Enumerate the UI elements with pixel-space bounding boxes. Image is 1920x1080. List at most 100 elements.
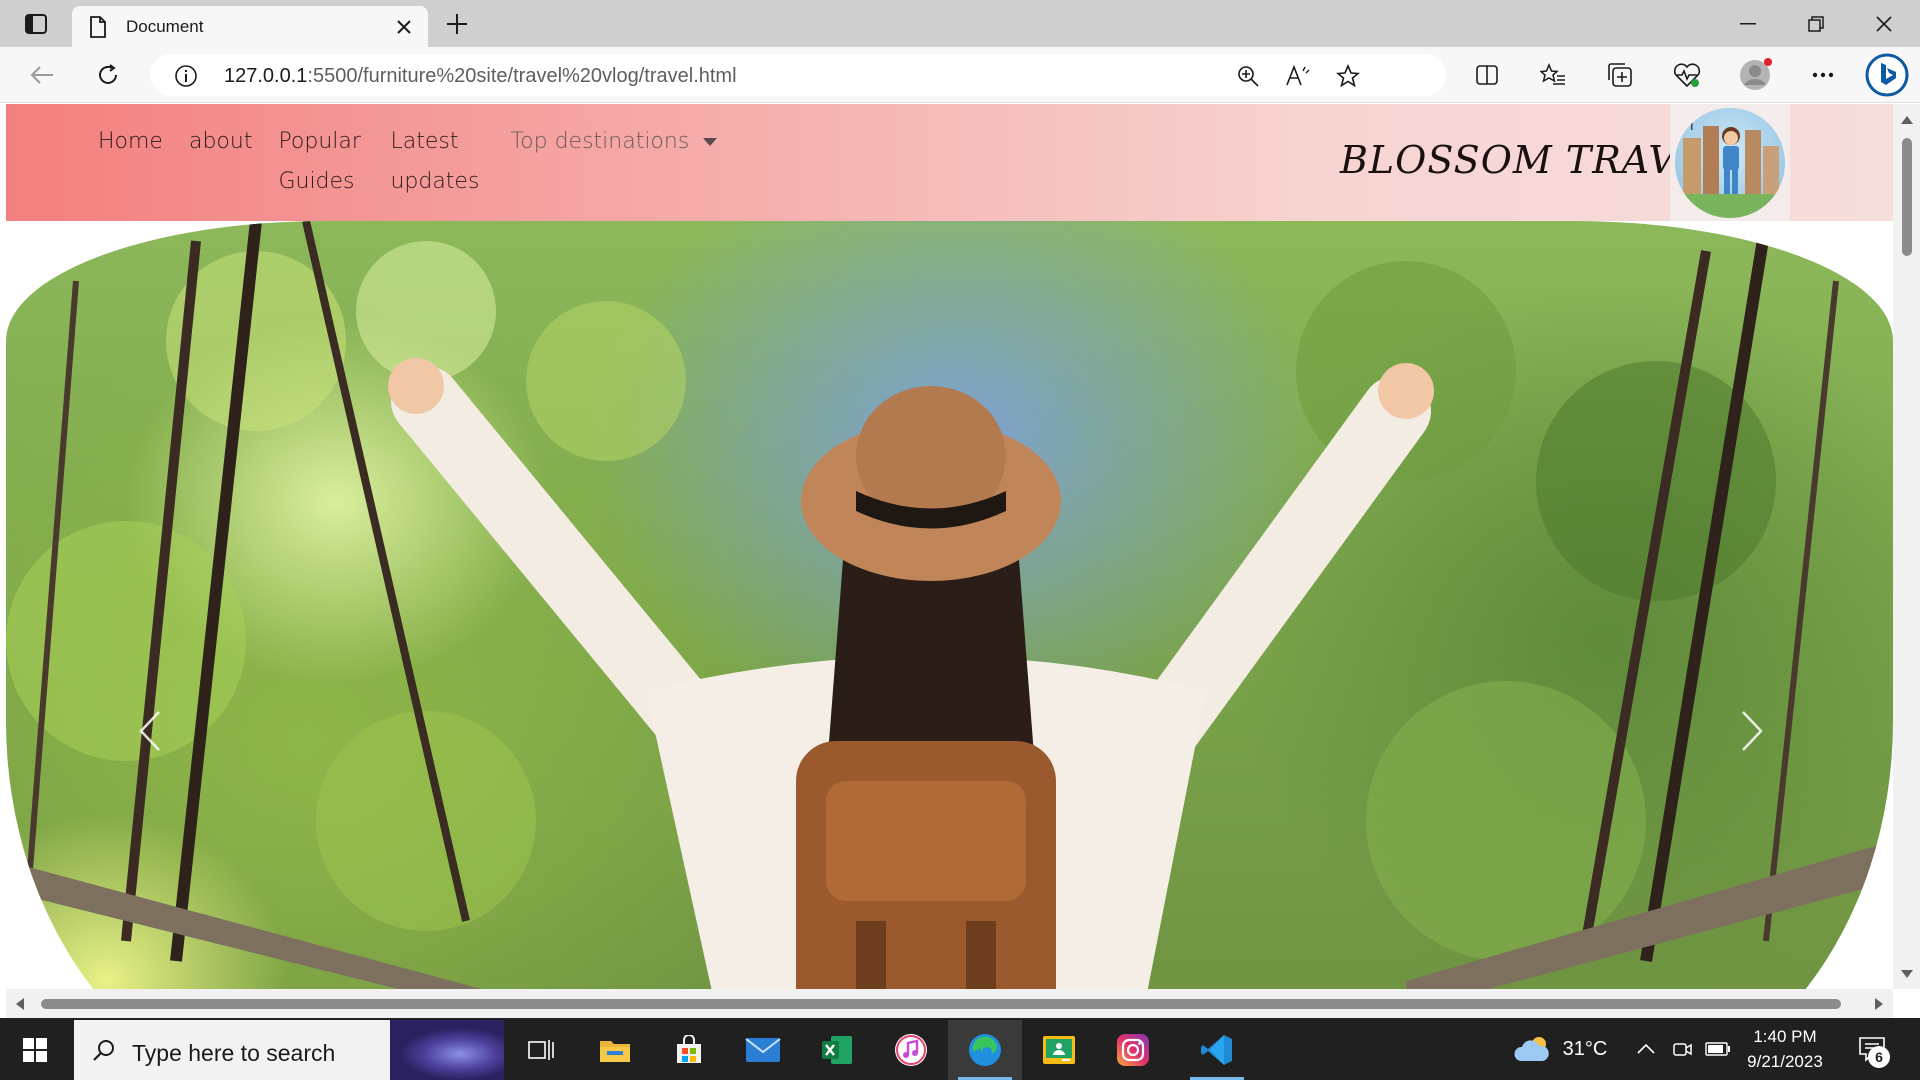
scroll-down-icon[interactable] bbox=[1899, 966, 1915, 982]
folder-icon bbox=[600, 1041, 630, 1062]
heart-pulse-icon bbox=[1673, 63, 1701, 88]
tab-actions-button[interactable] bbox=[14, 8, 58, 40]
meet-now-icon bbox=[1673, 1043, 1692, 1056]
split-screen-icon bbox=[1476, 65, 1498, 85]
chevron-up-icon bbox=[1637, 1044, 1655, 1054]
start-button[interactable] bbox=[8, 1028, 62, 1072]
web-page-viewport: Home about Popular Guides Latest updates… bbox=[0, 104, 1920, 1018]
hero-carousel[interactable] bbox=[6, 221, 1893, 1018]
instagram-icon bbox=[1117, 1034, 1149, 1066]
browser-tab-strip: Document bbox=[0, 0, 1920, 47]
zoom-icon[interactable] bbox=[1234, 63, 1262, 89]
browser-essentials-button[interactable] bbox=[1667, 57, 1707, 93]
instagram-button[interactable] bbox=[1096, 1020, 1170, 1080]
search-placeholder: Type here to search bbox=[132, 1040, 336, 1066]
show-hidden-icons-button[interactable] bbox=[1630, 1018, 1662, 1080]
windows-taskbar: Type here to search 31°C 1:40 PM 9/21/20… bbox=[0, 1018, 1920, 1080]
horizontal-scroll-thumb[interactable] bbox=[41, 999, 1841, 1009]
clock-date: 9/21/2023 bbox=[1747, 1052, 1823, 1071]
carousel-prev-button[interactable] bbox=[130, 701, 170, 761]
site-info-icon[interactable] bbox=[174, 64, 198, 88]
back-button[interactable] bbox=[22, 57, 62, 93]
split-screen-button[interactable] bbox=[1467, 57, 1507, 93]
microsoft-store-button[interactable] bbox=[652, 1020, 726, 1080]
weather-temperature: 31°C bbox=[1562, 1037, 1608, 1060]
avatar-icon bbox=[1740, 58, 1772, 90]
classroom-icon bbox=[1043, 1036, 1075, 1064]
nav-dropdown-top-destinations[interactable]: Top destinations bbox=[510, 122, 718, 202]
url-text[interactable]: 127.0.0.1:5500/furniture%20site/travel%2… bbox=[224, 65, 737, 88]
nav-link-about[interactable]: about bbox=[189, 122, 252, 202]
settings-more-button[interactable] bbox=[1803, 57, 1843, 93]
favorites-button[interactable] bbox=[1533, 57, 1573, 93]
vertical-scroll-thumb[interactable] bbox=[1902, 138, 1912, 256]
taskbar-search-box[interactable]: Type here to search bbox=[74, 1020, 504, 1080]
battery-icon bbox=[1705, 1042, 1730, 1056]
chevron-right-icon bbox=[1742, 711, 1763, 751]
refresh-button[interactable] bbox=[88, 57, 128, 93]
more-dots-icon bbox=[1812, 72, 1834, 78]
copilot-button[interactable] bbox=[1864, 52, 1910, 98]
task-view-button[interactable] bbox=[504, 1020, 578, 1080]
tab-title: Document bbox=[126, 17, 204, 36]
music-note-icon bbox=[895, 1034, 927, 1066]
file-explorer-button[interactable] bbox=[578, 1020, 652, 1080]
nav-link-latest-updates[interactable]: Latest updates bbox=[390, 122, 479, 202]
favorite-star-icon[interactable] bbox=[1334, 63, 1362, 89]
carousel-next-button[interactable] bbox=[1732, 701, 1772, 761]
browser-tab-document[interactable]: Document bbox=[72, 6, 428, 47]
nav-link-popular-guides[interactable]: Popular Guides bbox=[278, 122, 364, 202]
logo-traveler-illustration bbox=[1675, 107, 1785, 218]
chevron-left-icon bbox=[139, 711, 160, 751]
vscode-button[interactable] bbox=[1180, 1020, 1254, 1080]
collections-button[interactable] bbox=[1600, 57, 1640, 93]
device-icon-button[interactable] bbox=[1666, 1018, 1698, 1080]
clock-time: 1:40 PM bbox=[1753, 1027, 1817, 1046]
collections-icon bbox=[1608, 63, 1632, 87]
task-view-icon bbox=[528, 1040, 554, 1060]
edge-icon bbox=[969, 1034, 1001, 1066]
vertical-scrollbar[interactable] bbox=[1893, 104, 1920, 989]
hero-image-traveler-on-bridge bbox=[6, 221, 1893, 1018]
favorites-list-icon bbox=[1540, 63, 1565, 85]
scroll-right-icon[interactable] bbox=[1871, 996, 1887, 1012]
weather-widget[interactable]: 31°C bbox=[1500, 1018, 1620, 1080]
store-icon bbox=[677, 1035, 701, 1063]
refresh-icon bbox=[99, 64, 117, 84]
google-classroom-button[interactable] bbox=[1022, 1020, 1096, 1080]
dropdown-label: Top destinations bbox=[510, 129, 690, 154]
minimize-icon bbox=[1740, 22, 1756, 24]
read-aloud-icon[interactable] bbox=[1284, 63, 1312, 89]
search-icon bbox=[93, 1040, 114, 1061]
restore-button[interactable] bbox=[1784, 0, 1848, 47]
site-logo[interactable] bbox=[1670, 104, 1790, 221]
close-window-button[interactable] bbox=[1852, 0, 1916, 47]
notifications-button[interactable]: 6 bbox=[1850, 1026, 1894, 1072]
site-nav-menu: Home about Popular Guides Latest updates… bbox=[98, 122, 743, 202]
new-tab-button[interactable] bbox=[441, 9, 473, 39]
horizontal-scrollbar[interactable] bbox=[6, 989, 1893, 1018]
nav-link-home[interactable]: Home bbox=[98, 122, 163, 202]
close-tab-icon[interactable] bbox=[392, 15, 416, 39]
mail-icon bbox=[745, 1038, 781, 1062]
url-host: 127.0.0.1 bbox=[224, 65, 308, 87]
restore-icon bbox=[1808, 15, 1824, 32]
excel-button[interactable] bbox=[800, 1020, 874, 1080]
edge-browser-button[interactable] bbox=[948, 1020, 1022, 1080]
taskbar-clock[interactable]: 1:40 PM 9/21/2023 bbox=[1730, 1024, 1840, 1074]
scroll-up-icon[interactable] bbox=[1899, 112, 1915, 128]
url-path: :5500/furniture%20site/travel%20vlog/tra… bbox=[307, 65, 737, 87]
itunes-button[interactable] bbox=[874, 1020, 948, 1080]
mail-button[interactable] bbox=[726, 1020, 800, 1080]
bing-icon bbox=[1865, 53, 1909, 97]
minimize-button[interactable] bbox=[1716, 0, 1780, 47]
back-arrow-icon bbox=[30, 66, 53, 84]
profile-button[interactable] bbox=[1735, 57, 1775, 93]
excel-icon bbox=[822, 1036, 852, 1064]
site-header: Home about Popular Guides Latest updates… bbox=[6, 104, 1893, 221]
scroll-left-icon[interactable] bbox=[12, 996, 28, 1012]
close-icon bbox=[1876, 15, 1892, 32]
address-bar[interactable]: 127.0.0.1:5500/furniture%20site/travel%2… bbox=[150, 54, 1446, 96]
browser-toolbar: 127.0.0.1:5500/furniture%20site/travel%2… bbox=[0, 47, 1920, 103]
caret-down-icon bbox=[703, 138, 718, 146]
